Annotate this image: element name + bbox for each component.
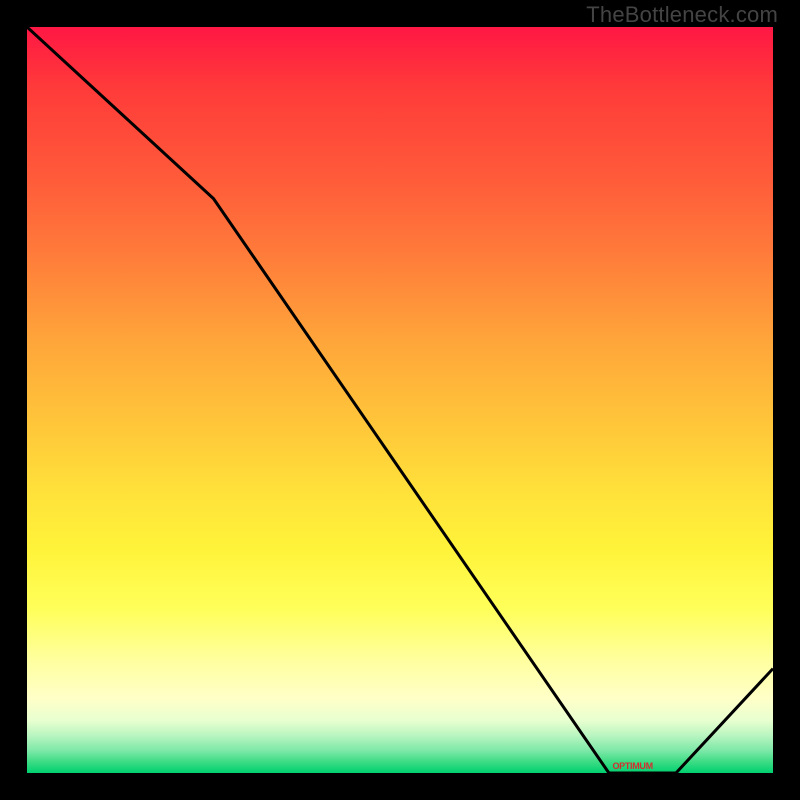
- watermark-text: TheBottleneck.com: [586, 2, 778, 28]
- chart-gradient-background: [27, 27, 773, 773]
- chart-frame: OPTIMUM: [27, 27, 773, 773]
- optimum-label: OPTIMUM: [612, 761, 652, 771]
